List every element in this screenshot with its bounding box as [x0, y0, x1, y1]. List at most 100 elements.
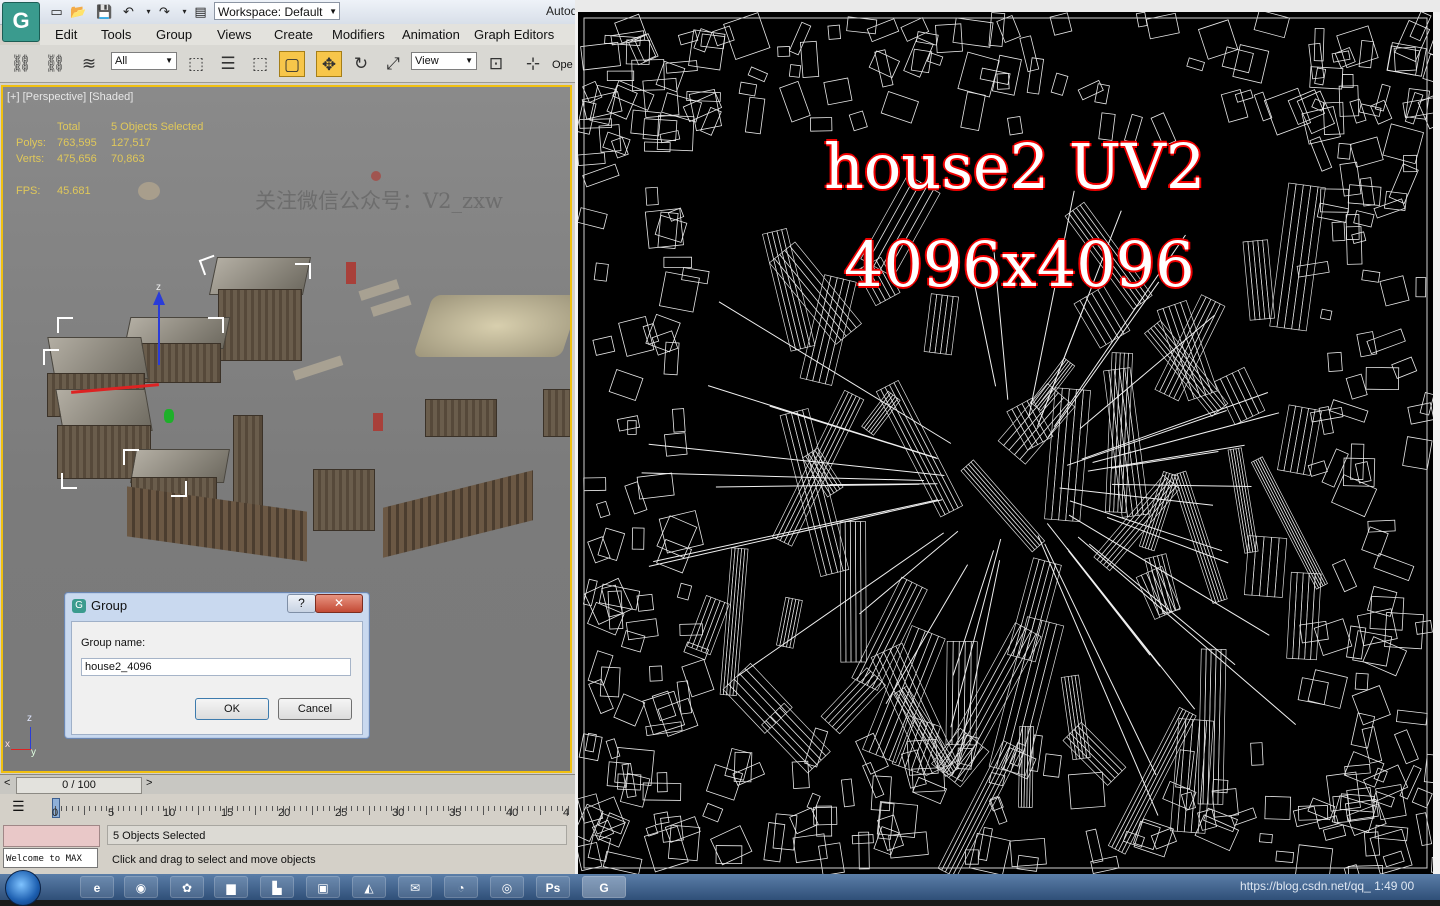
save-icon[interactable]: 💾	[96, 3, 113, 20]
uv-shell	[663, 256, 693, 268]
application-menu-button[interactable]: G	[2, 2, 40, 42]
gizmo-z-axis[interactable]	[158, 295, 160, 365]
uv-shell	[1029, 734, 1043, 772]
uv-shell	[1081, 392, 1269, 460]
uv-shell	[1331, 221, 1346, 242]
track-bar-tick	[431, 806, 433, 811]
taskbar-app-icon[interactable]: ◎	[490, 876, 524, 898]
taskbar-app-icon[interactable]: ▣	[306, 876, 340, 898]
menu-tools[interactable]: Tools	[101, 27, 131, 42]
menu-group[interactable]: Group	[156, 27, 192, 42]
pivot-center-icon[interactable]: ⊡	[483, 51, 509, 77]
uv-shell	[627, 420, 637, 435]
menu-animation[interactable]: Animation	[402, 27, 460, 42]
taskbar-3dsmax-icon[interactable]: G	[582, 876, 626, 898]
track-bar-tick	[442, 806, 444, 811]
taskbar-app-icon[interactable]: ✉	[398, 876, 432, 898]
scene-lantern	[371, 171, 381, 181]
time-slider[interactable]: < 0 / 100 >	[0, 774, 575, 795]
track-bar[interactable]: ☰ 0 5 10 15 20 25 30 35 40 4	[0, 794, 575, 823]
menu-modifiers[interactable]: Modifiers	[332, 27, 385, 42]
select-object-icon[interactable]: ⬚	[183, 51, 209, 77]
redo-dropdown-icon[interactable]: ▾	[176, 3, 193, 20]
time-slider-thumb[interactable]: 0 / 100	[16, 777, 142, 794]
uv-shell	[1297, 677, 1329, 706]
maxscript-listener-output[interactable]	[3, 825, 100, 847]
uv-shell	[1428, 32, 1433, 61]
rectangular-selection-icon[interactable]: ⬚	[247, 51, 273, 77]
uv-shell	[1415, 812, 1433, 847]
uv-plank	[1227, 447, 1259, 554]
uv-shell	[1349, 136, 1384, 168]
menu-create[interactable]: Create	[274, 27, 313, 42]
maxscript-mini-listener[interactable]: Welcome to MAX	[3, 848, 98, 868]
taskbar-app-icon[interactable]: ✿	[170, 876, 204, 898]
select-and-link-icon[interactable]: ⛓	[8, 51, 34, 77]
time-next-button[interactable]: >	[146, 777, 152, 789]
viewport-label[interactable]: [+] [Perspective] [Shaded]	[7, 91, 133, 103]
track-bar-tick	[191, 806, 193, 811]
bind-space-warp-icon[interactable]: ≋	[76, 51, 102, 77]
cancel-button[interactable]: Cancel	[278, 698, 352, 720]
select-by-name-icon[interactable]: ☰	[215, 51, 241, 77]
select-and-move-icon[interactable]: ✥	[316, 51, 342, 77]
unlink-icon[interactable]: ⛓	[42, 51, 68, 77]
new-file-icon[interactable]: ▭	[48, 3, 65, 20]
window-crossing-icon[interactable]: ▢	[279, 51, 305, 77]
workspace-dropdown[interactable]: Workspace: Default ▼	[214, 2, 340, 20]
taskbar-photoshop-icon[interactable]: Ps	[536, 876, 570, 898]
track-bar-tick	[322, 806, 324, 811]
open-file-icon[interactable]: 📂	[70, 3, 87, 20]
window-title: Autodesk 3ds Max 2012 x64	[546, 4, 575, 18]
select-manipulate-icon[interactable]: ⊹	[520, 51, 546, 77]
uv-shell	[818, 842, 845, 874]
redo-icon[interactable]: ↷	[156, 3, 173, 20]
menu-graph-editors[interactable]: Graph Editors	[474, 27, 554, 42]
uv-shell	[988, 772, 1006, 787]
gizmo-z-arrow[interactable]	[153, 291, 165, 305]
uv-shell	[625, 618, 659, 641]
gizmo-y-arrow[interactable]	[164, 409, 174, 423]
uv-shell	[738, 81, 758, 97]
taskbar-ie-icon[interactable]: e	[80, 876, 114, 898]
taskbar-folder-icon[interactable]: ▆	[214, 876, 248, 898]
uv-shell	[1374, 83, 1391, 112]
uv-shell	[1077, 79, 1104, 101]
uv-window-titlebar	[575, 0, 1440, 12]
close-button[interactable]: ✕	[315, 594, 363, 613]
track-bar-tick	[248, 806, 250, 811]
system-tray-clock: https://blog.csdn.net/qq_ 1:49 00	[1240, 879, 1415, 893]
start-button[interactable]	[5, 870, 41, 906]
uv-layout-image[interactable]: house2 UV2 4096x4096	[578, 12, 1433, 874]
ok-button[interactable]: OK	[195, 698, 269, 720]
reference-coordinate-dropdown[interactable]: View ▼	[411, 52, 477, 70]
undo-dropdown-icon[interactable]: ▾	[140, 3, 157, 20]
select-and-scale-icon[interactable]: ⤢	[380, 51, 406, 77]
uv-shell	[1122, 830, 1145, 848]
track-bar-tick	[362, 806, 364, 811]
uv-shell	[957, 560, 1001, 762]
project-folder-icon[interactable]: ▤	[192, 3, 209, 20]
select-and-rotate-icon[interactable]: ↻	[348, 51, 374, 77]
stats-header-total: Total	[57, 121, 81, 133]
uv-shell	[779, 80, 811, 123]
help-button[interactable]: ?	[287, 594, 316, 613]
taskbar-app-icon[interactable]: ◭	[352, 876, 386, 898]
mini-curve-editor-icon[interactable]: ☰	[12, 798, 30, 814]
track-bar-tick	[550, 806, 552, 811]
undo-icon[interactable]: ↶	[120, 3, 137, 20]
selection-filter-dropdown[interactable]: All ▼	[111, 52, 177, 70]
uv-shell	[858, 831, 870, 870]
uv-plank	[875, 379, 964, 518]
menu-edit[interactable]: Edit	[55, 27, 77, 42]
uv-shell	[1411, 787, 1433, 809]
taskbar-app-icon[interactable]: ▙	[260, 876, 294, 898]
uv-shell	[823, 77, 853, 106]
uv-shell	[715, 845, 743, 865]
taskbar-chrome-icon[interactable]: ◉	[124, 876, 158, 898]
time-prev-button[interactable]: <	[4, 777, 10, 789]
menu-views[interactable]: Views	[217, 27, 251, 42]
taskbar-app-icon[interactable]: ◔	[444, 876, 478, 898]
group-name-input[interactable]: house2_4096	[81, 658, 351, 676]
menu-bar: Edit Tools Group Views Create Modifiers …	[40, 24, 575, 46]
